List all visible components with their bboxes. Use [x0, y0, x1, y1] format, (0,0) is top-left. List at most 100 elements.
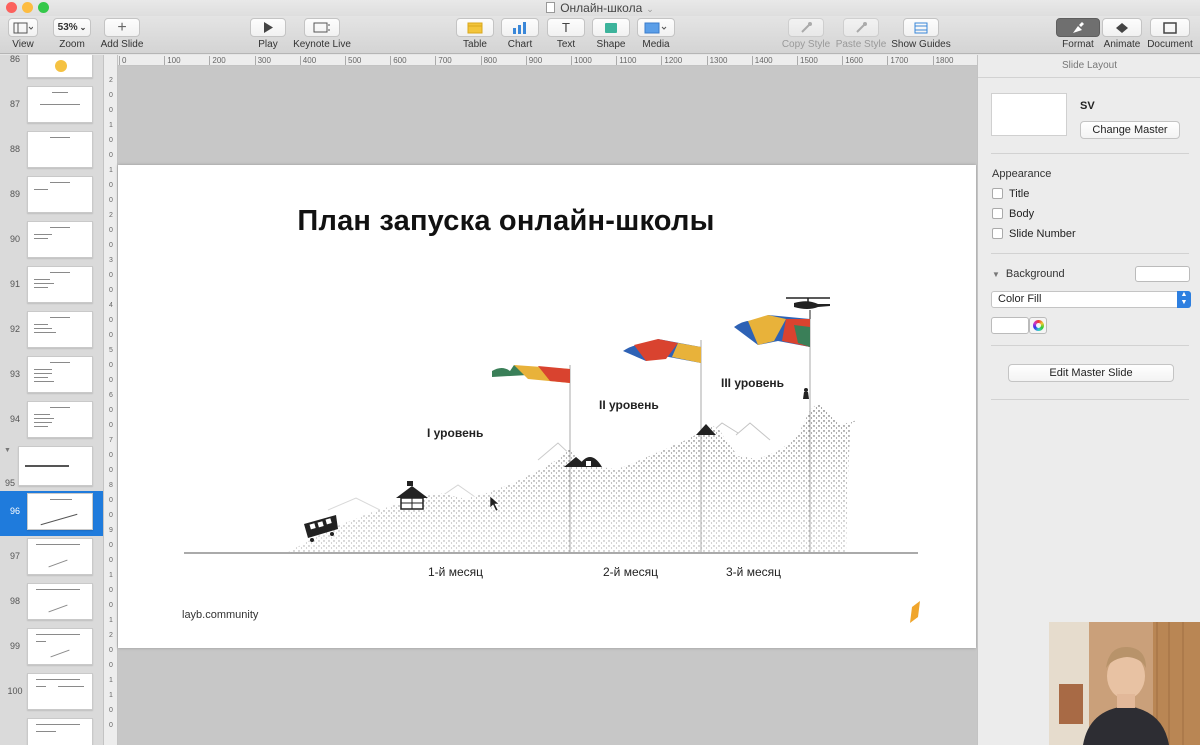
- ruler-tick-label: 500: [345, 56, 361, 65]
- copy-style-button[interactable]: Copy Style: [780, 16, 832, 54]
- ruler-tick-label: 0: [109, 722, 113, 729]
- chart-icon: [513, 21, 526, 34]
- slide-thumbnail[interactable]: 90: [0, 219, 103, 264]
- slide-preview: [27, 673, 93, 710]
- slide-number: 98: [9, 596, 20, 606]
- keynote-live-label: Keynote Live: [293, 39, 351, 50]
- view-button[interactable]: View: [6, 16, 40, 54]
- disclosure-triangle-icon[interactable]: ▼: [4, 447, 11, 454]
- ruler-tick-label: 1600: [842, 56, 863, 65]
- ruler-tick-label: 4: [109, 302, 113, 309]
- background-color-swatch[interactable]: [1135, 266, 1190, 282]
- ruler-tick-label: 9: [109, 527, 113, 534]
- color-wheel-button[interactable]: [1029, 317, 1047, 334]
- ruler-tick-label: 0: [109, 242, 113, 249]
- ruler-tick-label: 1800: [932, 56, 953, 65]
- slide-navigator[interactable]: 86 87 88 89 90 91 92 93 94 ▼ 95 96 97 98…: [0, 55, 104, 745]
- slide-thumbnail[interactable]: 87: [0, 84, 103, 129]
- format-tab[interactable]: Format: [1056, 16, 1100, 54]
- background-heading[interactable]: ▼ Background: [992, 268, 1065, 280]
- select-arrows-icon: ▲ ▼: [1177, 291, 1191, 308]
- month-3-label[interactable]: 3-й месяц: [726, 565, 781, 579]
- appearance-heading: Appearance: [992, 168, 1052, 180]
- zoom-menu[interactable]: 53% ⌄ Zoom: [53, 16, 91, 54]
- body-option[interactable]: Body: [992, 208, 1034, 220]
- master-name: SV: [1080, 100, 1095, 112]
- shape-icon: [605, 22, 617, 33]
- slide-thumbnail[interactable]: 86: [0, 55, 103, 84]
- media-icon: [644, 22, 667, 33]
- slide-thumbnail[interactable]: ▼ 95: [0, 444, 103, 489]
- change-master-button[interactable]: Change Master: [1080, 121, 1180, 139]
- slide-number-option[interactable]: Slide Number: [992, 228, 1076, 240]
- shape-button[interactable]: Shape: [592, 16, 630, 54]
- paste-style-button[interactable]: Paste Style: [834, 16, 888, 54]
- slide-number-checkbox[interactable]: [992, 228, 1003, 239]
- month-1-label[interactable]: 1-й месяц: [428, 565, 483, 579]
- title-option[interactable]: Title: [992, 188, 1029, 200]
- slide-thumbnail[interactable]: 93: [0, 354, 103, 399]
- animate-tab[interactable]: Animate: [1102, 16, 1142, 54]
- slide-number: 86: [9, 55, 20, 64]
- slide-number: 100: [7, 686, 23, 696]
- add-slide-button[interactable]: + Add Slide: [100, 16, 144, 54]
- text-button[interactable]: T Text: [547, 16, 585, 54]
- slide-thumbnail[interactable]: 92: [0, 309, 103, 354]
- zoom-value: 53%: [57, 22, 78, 33]
- paint-drop-icon: [856, 21, 867, 33]
- slide[interactable]: План запуска онлайн-школы I уровень II у…: [118, 165, 976, 648]
- background-label: Background: [1005, 268, 1065, 280]
- slide-footer[interactable]: layb.community: [182, 609, 258, 621]
- show-guides-button[interactable]: Show Guides: [890, 16, 952, 54]
- add-slide-label: Add Slide: [100, 39, 144, 50]
- level-3-label[interactable]: III уровень: [721, 376, 784, 390]
- ruler-tick-label: 0: [109, 377, 113, 384]
- ruler-tick-label: 0: [109, 407, 113, 414]
- slide-thumbnail[interactable]: [0, 716, 103, 745]
- keynote-live-button[interactable]: Keynote Live: [292, 16, 352, 54]
- divider: [991, 399, 1189, 400]
- table-button[interactable]: Table: [456, 16, 494, 54]
- slide-thumbnail[interactable]: 91: [0, 264, 103, 309]
- master-thumbnail[interactable]: [991, 93, 1067, 136]
- edit-master-slide-button[interactable]: Edit Master Slide: [1008, 364, 1174, 382]
- chart-button[interactable]: Chart: [501, 16, 539, 54]
- body-checkbox[interactable]: [992, 208, 1003, 219]
- slide-thumbnail[interactable]: 89: [0, 174, 103, 219]
- level-1-label[interactable]: I уровень: [427, 426, 483, 440]
- document-tab[interactable]: Document: [1146, 16, 1194, 54]
- ruler-tick-label: 0: [109, 197, 113, 204]
- slide-number: 90: [9, 234, 20, 244]
- ruler-tick-label: 1: [109, 617, 113, 624]
- vertical-ruler: 2 0 0 1 0 0 1 0 0 2 0 0 3 0 0 4 0 0 5 0 0 6 0 0 7 0 0 8 0 0 9 0 0 1 0 0 1 2 0 0…: [104, 55, 118, 745]
- title-checkbox[interactable]: [992, 188, 1003, 199]
- document-icon: [546, 2, 556, 13]
- slide-thumbnail[interactable]: 97: [0, 536, 103, 581]
- color-well[interactable]: [991, 317, 1029, 334]
- media-button[interactable]: Media: [637, 16, 675, 54]
- month-2-label[interactable]: 2-й месяц: [603, 565, 658, 579]
- ruler-tick-label: 1300: [706, 56, 727, 65]
- ruler-tick-label: 0: [109, 317, 113, 324]
- slide-title[interactable]: План запуска онлайн-школы: [118, 205, 894, 238]
- slide-thumbnail[interactable]: 100: [0, 671, 103, 716]
- slide-thumbnail[interactable]: 94: [0, 399, 103, 444]
- ruler-tick-label: 0: [109, 92, 113, 99]
- slide-preview: [27, 356, 93, 393]
- window-title[interactable]: Онлайн-школа ⌄: [0, 1, 1200, 15]
- flag-level-3: [734, 315, 810, 347]
- slide-thumbnail[interactable]: 99: [0, 626, 103, 671]
- slide-thumbnail[interactable]: 88: [0, 129, 103, 174]
- level-2-label[interactable]: II уровень: [599, 398, 659, 412]
- slide-canvas[interactable]: План запуска онлайн-школы I уровень II у…: [118, 66, 978, 745]
- slide-number: 89: [9, 189, 20, 199]
- ruler-tick-label: 600: [390, 56, 407, 65]
- inspector-title: Slide Layout: [1061, 60, 1118, 71]
- ruler-tick-label: 0: [109, 467, 113, 474]
- play-button[interactable]: Play: [250, 16, 286, 54]
- slide-thumbnail-selected[interactable]: 96: [0, 491, 103, 536]
- ruler-tick-label: 0: [109, 647, 113, 654]
- slide-preview: [27, 311, 93, 348]
- fill-type-select[interactable]: Color Fill ▲ ▼: [991, 291, 1191, 308]
- slide-thumbnail[interactable]: 98: [0, 581, 103, 626]
